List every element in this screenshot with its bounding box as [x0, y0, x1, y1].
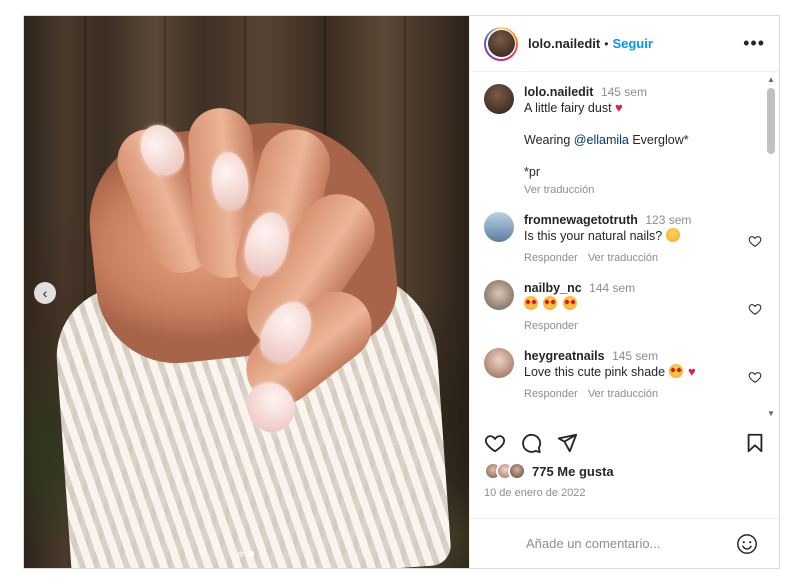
post-actions	[470, 432, 780, 454]
comment-text	[524, 296, 746, 312]
carousel-dot-active[interactable]	[248, 551, 254, 557]
instagram-post: ‹ lolo.nailedit • Seguir ••• lolo.nailed…	[23, 15, 780, 569]
comment-text: Is this your natural nails?	[524, 229, 663, 243]
see-translation-link[interactable]: Ver traducción	[588, 386, 658, 402]
caption-text: *pr	[524, 165, 540, 179]
caption-username[interactable]: lolo.nailedit	[524, 85, 593, 99]
avatar[interactable]	[484, 212, 514, 242]
star-struck-face-icon	[543, 296, 558, 310]
likes-count[interactable]: 775 Me gusta	[532, 464, 614, 479]
avatar[interactable]	[484, 280, 514, 310]
comments-list: lolo.nailedit 145 sem A little fairy dus…	[470, 72, 780, 422]
comment-username[interactable]: heygreatnails	[524, 349, 605, 363]
comment-username[interactable]: nailby_nc	[524, 281, 582, 295]
carousel-prev-button[interactable]: ‹	[34, 282, 56, 304]
story-ring[interactable]	[484, 26, 518, 61]
like-comment-heart-icon[interactable]	[748, 234, 762, 248]
reply-button[interactable]: Responder	[524, 318, 578, 334]
post-date[interactable]: 10 de enero de 2022	[484, 487, 586, 499]
follow-button[interactable]: Seguir	[612, 36, 652, 51]
caption: lolo.nailedit 145 sem A little fairy dus…	[484, 84, 766, 198]
smiling-face-icon	[665, 228, 680, 242]
caption-text: Everglow*	[628, 133, 689, 147]
star-struck-face-icon	[562, 296, 577, 310]
avatar[interactable]	[484, 84, 514, 114]
save-bookmark-icon[interactable]	[744, 432, 766, 454]
emoji-picker-icon[interactable]	[736, 533, 758, 555]
comment: nailby_nc 144 sem Responder	[484, 280, 766, 334]
likes-summary[interactable]: 775 Me gusta	[484, 462, 614, 480]
reply-button[interactable]: Responder	[524, 386, 578, 402]
star-struck-face-icon	[524, 296, 538, 310]
comment: heygreatnails 145 sem Love this cute pin…	[484, 348, 766, 402]
reply-button[interactable]: Responder	[524, 250, 578, 266]
separator-dot: •	[604, 36, 609, 51]
heart-icon: ♥	[688, 364, 696, 379]
scroll-down-arrow-icon[interactable]: ▼	[767, 410, 775, 418]
author-username[interactable]: lolo.nailedit	[528, 36, 600, 51]
scroll-up-arrow-icon[interactable]: ▲	[767, 76, 775, 84]
caption-text: A little fairy dust	[524, 101, 612, 115]
comment-bubble-icon[interactable]	[520, 432, 542, 454]
comment-text: Love this cute pink shade	[524, 365, 666, 379]
comment-time[interactable]: 123 sem	[645, 213, 691, 227]
comment-time[interactable]: 144 sem	[589, 281, 635, 295]
like-comment-heart-icon[interactable]	[748, 302, 762, 316]
caption-text: Wearing	[524, 133, 574, 147]
caption-time[interactable]: 145 sem	[601, 85, 647, 99]
chevron-left-icon: ‹	[42, 285, 48, 301]
star-struck-face-icon	[668, 364, 683, 378]
comment-username[interactable]: fromnewagetotruth	[524, 213, 638, 227]
like-comment-heart-icon[interactable]	[748, 370, 762, 384]
scroll-thumb[interactable]	[767, 88, 775, 154]
mention-link[interactable]: @ellamila	[574, 133, 629, 147]
see-translation-link[interactable]: Ver traducción	[524, 182, 594, 198]
comment: fromnewagetotruth 123 sem Is this your n…	[484, 212, 766, 266]
comment-time[interactable]: 145 sem	[612, 349, 658, 363]
sparkling-heart-icon: ♥	[615, 100, 623, 115]
liker-avatar	[508, 462, 526, 480]
like-heart-icon[interactable]	[484, 432, 506, 454]
more-options-icon[interactable]: •••	[743, 33, 765, 54]
avatar[interactable]	[484, 348, 514, 378]
avatar	[487, 30, 515, 57]
post-photo[interactable]: ‹	[24, 16, 469, 568]
carousel-dots	[238, 551, 254, 557]
add-comment-input[interactable]: Añade un comentario...	[526, 536, 660, 551]
share-paper-plane-icon[interactable]	[556, 432, 578, 454]
post-side-panel: lolo.nailedit • Seguir ••• lolo.nailedit…	[469, 16, 780, 568]
carousel-dot[interactable]	[238, 551, 244, 557]
comments-scrollbar[interactable]: ▲ ▼	[765, 76, 777, 418]
post-header: lolo.nailedit • Seguir •••	[470, 16, 779, 72]
add-comment-bar: Añade un comentario...	[470, 518, 780, 568]
see-translation-link[interactable]: Ver traducción	[588, 250, 658, 266]
